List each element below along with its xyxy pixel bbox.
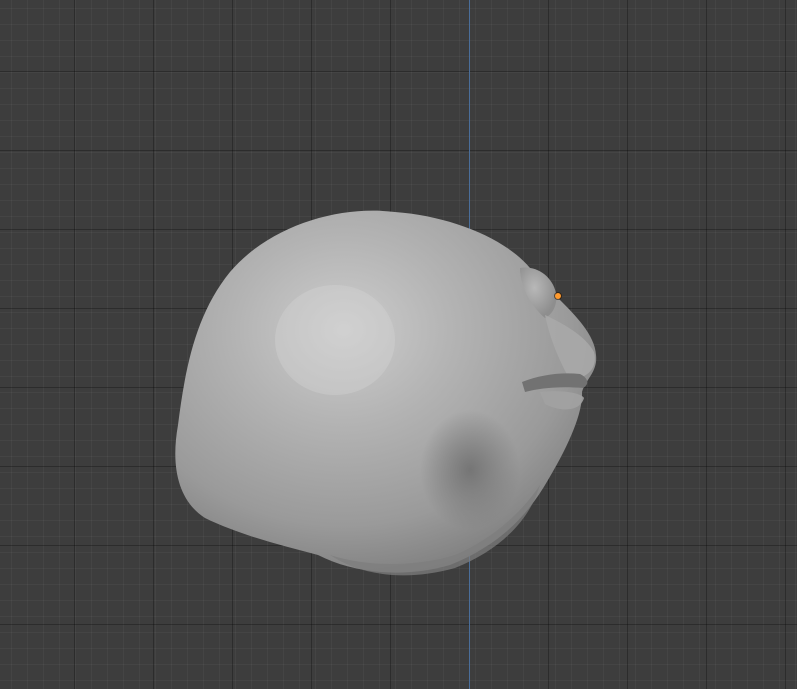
sculpt-mesh-object[interactable] — [0, 0, 797, 689]
forehead-highlight — [275, 285, 395, 395]
object-origin-icon[interactable] — [555, 293, 561, 299]
head-body — [175, 210, 597, 573]
cheek-shadow — [420, 410, 520, 530]
3d-viewport[interactable] — [0, 0, 797, 689]
